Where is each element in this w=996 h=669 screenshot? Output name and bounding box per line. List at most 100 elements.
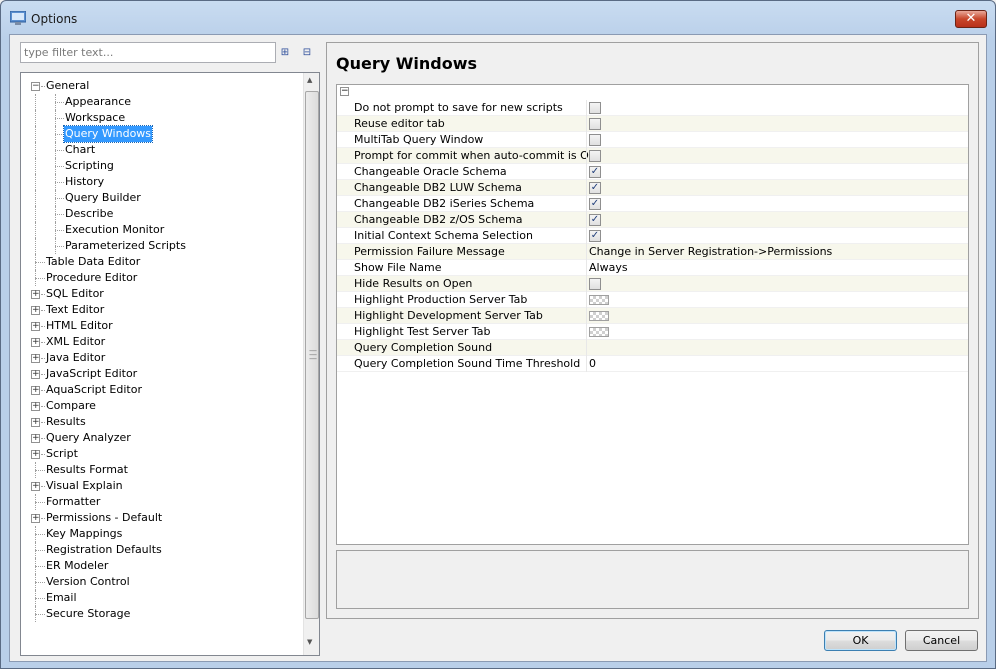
tree-item-label[interactable]: Appearance — [64, 94, 132, 110]
property-row[interactable]: Initial Context Schema Selection ✓ — [337, 228, 968, 244]
property-value[interactable] — [586, 324, 968, 340]
tree-item-scripting[interactable]: Scripting — [21, 158, 305, 174]
title-bar[interactable]: Options ✕ — [1, 1, 995, 35]
tree-item-javascript-editor[interactable]: + JavaScript Editor — [21, 366, 305, 382]
expand-icon[interactable]: + — [31, 402, 40, 411]
property-value[interactable] — [586, 292, 968, 308]
property-row[interactable]: Query Completion Sound — [337, 340, 968, 356]
checkbox-unchecked[interactable] — [589, 150, 601, 162]
tree-item-query-windows[interactable]: Query Windows — [21, 125, 305, 143]
tree-item-chart[interactable]: Chart — [21, 142, 305, 158]
property-row[interactable]: Do not prompt to save for new scripts — [337, 100, 968, 116]
property-value[interactable]: ✓ — [586, 164, 968, 180]
scroll-up-icon[interactable]: ▲ — [307, 76, 312, 84]
property-row[interactable]: Changeable DB2 z/OS Schema ✓ — [337, 212, 968, 228]
tree-item-label[interactable]: History — [64, 174, 105, 190]
expand-icon[interactable]: + — [31, 514, 40, 523]
expand-icon[interactable]: + — [31, 322, 40, 331]
tree-item-aquascript-editor[interactable]: + AquaScript Editor — [21, 382, 305, 398]
property-row[interactable]: Highlight Production Server Tab — [337, 292, 968, 308]
tree-item-label[interactable]: XML Editor — [45, 334, 106, 350]
tree-item-script[interactable]: + Script — [21, 446, 305, 462]
property-row[interactable]: Prompt for commit when auto-commit is OF… — [337, 148, 968, 164]
tree-item-xml-editor[interactable]: + XML Editor — [21, 334, 305, 350]
tree-item-label[interactable]: Java Editor — [45, 350, 106, 366]
tree-item-label[interactable]: Execution Monitor — [64, 222, 165, 238]
tree-item-label[interactable]: Workspace — [64, 110, 126, 126]
cancel-button[interactable]: Cancel — [905, 630, 978, 651]
checkbox-checked[interactable]: ✓ — [589, 182, 601, 194]
tree-item-registration-defaults[interactable]: Registration Defaults — [21, 542, 305, 558]
tree-item-describe[interactable]: Describe — [21, 206, 305, 222]
tree-item-label[interactable]: Scripting — [64, 158, 115, 174]
expand-icon[interactable]: + — [31, 354, 40, 363]
color-swatch[interactable] — [589, 327, 609, 337]
property-row[interactable]: Permission Failure Message Change in Serv… — [337, 244, 968, 260]
scrollbar-thumb[interactable]: — — — — [305, 91, 319, 619]
property-row[interactable]: Show File Name Always — [337, 260, 968, 276]
tree-item-label[interactable]: Table Data Editor — [45, 254, 141, 270]
tree-item-permissions-default[interactable]: + Permissions - Default — [21, 510, 305, 526]
tree-item-general[interactable]: − General — [21, 78, 305, 94]
tree-item-label[interactable]: Secure Storage — [45, 606, 131, 622]
tree-item-procedure-editor[interactable]: Procedure Editor — [21, 270, 305, 286]
property-row[interactable]: Changeable DB2 iSeries Schema ✓ — [337, 196, 968, 212]
color-swatch[interactable] — [589, 311, 609, 321]
tree-item-label[interactable]: Version Control — [45, 574, 131, 590]
expand-icon[interactable]: + — [31, 450, 40, 459]
property-row[interactable]: MultiTab Query Window — [337, 132, 968, 148]
property-row[interactable]: Hide Results on Open — [337, 276, 968, 292]
property-row[interactable]: Highlight Test Server Tab — [337, 324, 968, 340]
filter-input[interactable] — [20, 42, 276, 63]
property-row[interactable]: Reuse editor tab — [337, 116, 968, 132]
tree-item-label[interactable]: Query Builder — [64, 190, 142, 206]
expand-icon[interactable]: + — [31, 370, 40, 379]
tree-item-label[interactable]: Results Format — [45, 462, 129, 478]
tree-item-html-editor[interactable]: + HTML Editor — [21, 318, 305, 334]
tree-item-label[interactable]: Text Editor — [45, 302, 105, 318]
preferences-tree[interactable]: − General Appearance Workspace Query Windows… — [20, 72, 320, 656]
property-value[interactable] — [586, 132, 968, 148]
tree-item-results-format[interactable]: Results Format — [21, 462, 305, 478]
property-value[interactable] — [586, 308, 968, 324]
tree-item-appearance[interactable]: Appearance — [21, 94, 305, 110]
tree-item-results[interactable]: + Results — [21, 414, 305, 430]
tree-item-label[interactable]: Visual Explain — [45, 478, 124, 494]
property-value[interactable] — [586, 100, 968, 116]
tree-item-query-analyzer[interactable]: + Query Analyzer — [21, 430, 305, 446]
expand-icon[interactable]: + — [31, 306, 40, 315]
checkbox-unchecked[interactable] — [589, 278, 601, 290]
property-value[interactable]: ✓ — [586, 212, 968, 228]
tree-item-label[interactable]: AquaScript Editor — [45, 382, 143, 398]
tree-item-sql-editor[interactable]: + SQL Editor — [21, 286, 305, 302]
tree-item-history[interactable]: History — [21, 174, 305, 190]
tree-item-label[interactable]: Compare — [45, 398, 97, 414]
tree-item-label[interactable]: General — [45, 78, 90, 94]
tree-item-parameterized-scripts[interactable]: Parameterized Scripts — [21, 238, 305, 254]
property-value[interactable] — [586, 340, 968, 356]
property-value[interactable]: Change in Server Registration->Permissio… — [586, 244, 968, 260]
expand-icon[interactable]: + — [31, 290, 40, 299]
checkbox-unchecked[interactable] — [589, 134, 601, 146]
tree-item-label[interactable]: Procedure Editor — [45, 270, 138, 286]
tree-item-label[interactable]: Key Mappings — [45, 526, 123, 542]
property-value[interactable]: ✓ — [586, 196, 968, 212]
checkbox-checked[interactable]: ✓ — [589, 230, 601, 242]
tree-item-label[interactable]: Formatter — [45, 494, 101, 510]
property-row[interactable]: Query Completion Sound Time Threshold 0 — [337, 356, 968, 372]
tree-item-label[interactable]: Parameterized Scripts — [64, 238, 187, 254]
checkbox-unchecked[interactable] — [589, 118, 601, 130]
tree-item-email[interactable]: Email — [21, 590, 305, 606]
expand-icon[interactable]: + — [31, 338, 40, 347]
checkbox-checked[interactable]: ✓ — [589, 214, 601, 226]
tree-item-label[interactable]: Describe — [64, 206, 114, 222]
tree-item-label[interactable]: SQL Editor — [45, 286, 105, 302]
tree-item-table-data-editor[interactable]: Table Data Editor — [21, 254, 305, 270]
checkbox-checked[interactable]: ✓ — [589, 198, 601, 210]
property-value[interactable]: ✓ — [586, 180, 968, 196]
expand-icon[interactable]: + — [31, 418, 40, 427]
tree-item-secure-storage[interactable]: Secure Storage — [21, 606, 305, 622]
property-row[interactable]: Highlight Development Server Tab — [337, 308, 968, 324]
tree-item-key-mappings[interactable]: Key Mappings — [21, 526, 305, 542]
tree-item-label[interactable]: Results — [45, 414, 87, 430]
